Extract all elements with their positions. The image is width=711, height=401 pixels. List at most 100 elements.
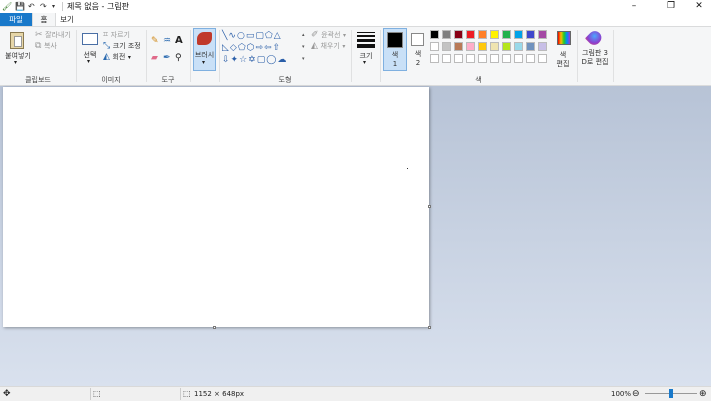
down-arrow-shape-icon[interactable]: ⇩ <box>222 55 231 65</box>
rotate-label: 회전 <box>112 53 126 61</box>
close-button[interactable]: ✕ <box>688 0 710 13</box>
up-arrow-shape-icon[interactable]: ⇧ <box>273 43 282 53</box>
cut-button[interactable]: ✂ 잘라내기 <box>35 30 71 40</box>
palette-swatch[interactable] <box>514 30 523 39</box>
palette-swatch[interactable] <box>502 30 511 39</box>
rounded-rectangle-shape-icon[interactable]: ▢ <box>255 31 265 41</box>
customize-quick-access-icon[interactable]: ▾ <box>52 2 55 11</box>
palette-swatch[interactable] <box>430 42 439 51</box>
cloud-callout-shape-icon[interactable]: ☁ <box>277 55 287 65</box>
palette-swatch[interactable] <box>430 30 439 39</box>
shapes-scroll[interactable]: ▴ ▾ ▾ <box>302 29 305 65</box>
image-group-label: 이미지 <box>101 76 121 84</box>
palette-swatch[interactable] <box>514 54 523 63</box>
edit-colors-button[interactable]: 색 편집 <box>553 29 575 69</box>
oval-callout-shape-icon[interactable]: ◯ <box>266 55 277 65</box>
zoom-slider-thumb[interactable] <box>669 389 673 398</box>
rotate-button[interactable]: ◭ 회전 ▾ <box>103 52 131 62</box>
left-arrow-shape-icon[interactable]: ⇦ <box>264 43 273 53</box>
hexagon-shape-icon[interactable]: ⬡ <box>247 43 256 53</box>
drawing-canvas[interactable] <box>3 87 429 327</box>
resize-handle-bottom[interactable] <box>213 326 216 329</box>
palette-swatch[interactable] <box>490 54 499 63</box>
color1-swatch <box>387 32 403 48</box>
rotate-icon: ◭ <box>103 52 110 62</box>
palette-swatch[interactable] <box>478 42 487 51</box>
palette-swatch[interactable] <box>442 42 451 51</box>
four-point-star-shape-icon[interactable]: ✦ <box>231 55 240 65</box>
magnifier-icon[interactable]: ⚲ <box>175 53 182 63</box>
polygon-shape-icon[interactable]: ⬠ <box>265 31 274 41</box>
minimize-button[interactable]: – <box>623 0 645 13</box>
palette-swatch[interactable] <box>478 54 487 63</box>
diamond-shape-icon[interactable]: ◇ <box>230 43 238 53</box>
palette-swatch[interactable] <box>514 42 523 51</box>
palette-swatch[interactable] <box>490 42 499 51</box>
eraser-icon[interactable]: ▰ <box>151 53 158 63</box>
curve-shape-icon[interactable]: ∿ <box>228 31 237 41</box>
right-triangle-shape-icon[interactable]: ◺ <box>222 43 230 53</box>
palette-swatch[interactable] <box>538 42 547 51</box>
triangle-shape-icon[interactable]: △ <box>274 31 282 41</box>
right-arrow-shape-icon[interactable]: ⇨ <box>256 43 265 53</box>
palette-swatch[interactable] <box>478 30 487 39</box>
resize-handle-right[interactable] <box>428 205 431 208</box>
palette-swatch[interactable] <box>454 42 463 51</box>
palette-swatch[interactable] <box>502 54 511 63</box>
zoom-out-button[interactable]: ⊖ <box>632 388 640 400</box>
palette-swatch[interactable] <box>490 30 499 39</box>
palette-swatch[interactable] <box>538 54 547 63</box>
group-separator <box>577 30 578 82</box>
palette-swatch[interactable] <box>466 54 475 63</box>
tab-file[interactable]: 파일 <box>0 13 32 26</box>
brushes-button[interactable]: 브러시 ▾ <box>193 28 216 71</box>
image-size-icon: ⬚ <box>183 389 191 398</box>
tab-home[interactable]: 홈 <box>32 13 56 26</box>
fill-bucket-icon[interactable]: ♒ <box>163 36 171 46</box>
pentagon-shape-icon[interactable]: ⬠ <box>238 43 247 53</box>
color2-label: 색 2 <box>414 50 422 67</box>
select-button[interactable]: 선택 ▾ <box>80 31 100 67</box>
palette-swatch[interactable] <box>526 42 535 51</box>
crop-button[interactable]: ⌗ 자르기 <box>103 30 130 40</box>
resize-button[interactable]: ⤡ 크기 조정 <box>103 41 141 51</box>
palette-swatch[interactable] <box>430 54 439 63</box>
fill-button[interactable]: ◭ 채우기 ▾ <box>311 41 345 51</box>
five-point-star-shape-icon[interactable]: ☆ <box>239 55 248 65</box>
six-point-star-shape-icon[interactable]: ✡ <box>248 55 257 65</box>
undo-icon[interactable]: ↶ <box>28 2 35 11</box>
color-picker-icon[interactable]: ✒ <box>163 53 171 63</box>
clipboard-group-label: 클립보드 <box>25 76 51 84</box>
redo-icon[interactable]: ↷ <box>40 2 47 11</box>
text-tool-icon[interactable]: A <box>175 36 183 46</box>
palette-swatch[interactable] <box>466 42 475 51</box>
palette-swatch[interactable] <box>526 54 535 63</box>
zoom-in-button[interactable]: ⊕ <box>699 388 707 400</box>
palette-swatch[interactable] <box>442 30 451 39</box>
palette-swatch[interactable] <box>466 30 475 39</box>
palette-swatch[interactable] <box>538 30 547 39</box>
palette-swatch[interactable] <box>454 30 463 39</box>
tab-view[interactable]: 보기 <box>56 13 78 26</box>
save-icon[interactable]: 💾 <box>15 2 25 11</box>
palette-swatch[interactable] <box>454 54 463 63</box>
color2-button[interactable]: 색 2 <box>408 28 430 71</box>
resize-handle-corner[interactable] <box>428 326 431 329</box>
outline-button[interactable]: ✐ 윤곽선 ▾ <box>311 30 346 40</box>
pencil-icon[interactable]: ✎ <box>151 36 159 46</box>
color1-button[interactable]: 색 1 <box>383 28 407 71</box>
copy-button[interactable]: ⧉ 복사 <box>35 41 57 51</box>
crop-label: 자르기 <box>110 31 130 39</box>
shapes-gallery[interactable]: ╲∿○▭▢⬠△ ◺◇⬠⬡⇨⇦⇧ ⇩✦☆✡▢◯☁ <box>222 30 306 66</box>
maximize-button[interactable]: ❐ <box>660 0 682 13</box>
palette-swatch[interactable] <box>442 54 451 63</box>
crop-icon: ⌗ <box>103 30 109 40</box>
edit-with-paint3d-button[interactable]: 그림판 3 D로 편집 <box>579 28 611 73</box>
rounded-callout-shape-icon[interactable]: ▢ <box>257 55 267 65</box>
paste-button[interactable]: 붙여넣기 ▾ <box>4 29 32 66</box>
palette-swatch[interactable] <box>526 30 535 39</box>
palette-swatch[interactable] <box>502 42 511 51</box>
oval-shape-icon[interactable]: ○ <box>237 31 246 41</box>
size-button[interactable]: 크기 ▾ <box>355 30 377 70</box>
rectangle-shape-icon[interactable]: ▭ <box>246 31 256 41</box>
